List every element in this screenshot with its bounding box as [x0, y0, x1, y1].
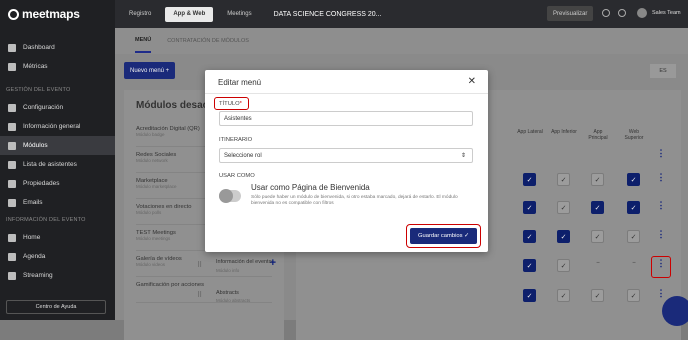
properties-icon — [8, 179, 16, 188]
mail-icon — [8, 198, 16, 207]
column-header: App Lateral — [517, 129, 543, 135]
avatar[interactable] — [637, 8, 647, 18]
titulo-label: TÍTULO* — [219, 101, 242, 107]
checkbox[interactable]: ✓ — [591, 201, 604, 214]
empty-cell: – — [632, 260, 636, 266]
brand-logo[interactable]: meetmaps — [0, 0, 115, 28]
chat-icon[interactable] — [662, 296, 688, 326]
drag-handle-icon[interactable]: ⠿ — [197, 291, 202, 299]
checkbox[interactable]: ✓ — [557, 201, 570, 214]
bell-icon[interactable] — [602, 9, 610, 17]
language-select[interactable]: ES — [650, 64, 676, 78]
column-header: Web Superior — [624, 129, 644, 141]
more-options-icon[interactable]: ⋮ — [656, 288, 666, 299]
chevron-down-icon: ⇕ — [460, 153, 466, 159]
help-center-button[interactable]: Centro de Ayuda — [6, 300, 106, 314]
checkbox[interactable]: ✓ — [627, 201, 640, 214]
sidebar-item-propiedades[interactable]: Propiedades — [0, 174, 115, 193]
sidebar-item-informacion-general[interactable]: Información general — [0, 117, 115, 136]
checkbox[interactable]: ✓ — [523, 201, 536, 214]
sidebar-item-dashboard[interactable]: Dashboard — [0, 38, 115, 57]
event-title[interactable]: DATA SCIENCE CONGRESS 20... — [274, 11, 382, 18]
close-icon[interactable]: ✕ — [468, 76, 476, 87]
subtabs: MENÚ CONTRATACIÓN DE MÓDULOS — [115, 28, 688, 54]
sidebar-item-modulos[interactable]: Módulos — [0, 136, 115, 155]
metrics-icon — [8, 62, 16, 71]
checkbox[interactable]: ✓ — [523, 173, 536, 186]
checkbox[interactable]: ✓ — [627, 230, 640, 243]
tab-app-web[interactable]: App & Web — [165, 6, 214, 22]
edit-menu-modal: Editar menú ✕ TÍTULO* Asistentes ITINERA… — [205, 70, 488, 252]
sidebar-item-emails[interactable]: Emails — [0, 193, 115, 212]
welcome-toggle[interactable] — [219, 189, 241, 203]
row-name: Abstracts — [216, 290, 239, 296]
preview-button[interactable]: Previsualizar — [547, 6, 594, 21]
checkbox[interactable]: ✓ — [557, 173, 570, 186]
row-sub: Módulo info — [216, 268, 240, 273]
column-header: App Principal — [588, 129, 608, 141]
row-sub: Módulo abstracts — [216, 298, 251, 303]
dashboard-icon — [8, 43, 16, 52]
sidebar-section-informacion: INFORMACIÓN DEL EVENTO — [6, 217, 86, 223]
checkbox[interactable]: ✓ — [627, 173, 640, 186]
users-icon — [8, 160, 16, 169]
sidebar-item-metricas[interactable]: Métricas — [0, 57, 115, 76]
usar-como-label: USAR COMO — [219, 173, 255, 179]
sidebar-item-streaming[interactable]: Streaming — [0, 266, 115, 285]
home-icon — [8, 233, 16, 242]
checkbox[interactable]: ✓ — [557, 289, 570, 302]
sidebar-item-configuracion[interactable]: Configuración — [0, 98, 115, 117]
gear-icon — [8, 103, 16, 112]
itinerario-select[interactable]: Seleccione rol ⇕ — [219, 148, 473, 163]
tab-registro[interactable]: Registro — [121, 7, 159, 22]
calendar-icon — [8, 252, 16, 261]
checkbox[interactable]: ✓ — [557, 259, 570, 272]
logo-mark-icon — [8, 8, 19, 20]
user-name[interactable]: Sales Team — [652, 10, 681, 16]
checkbox[interactable]: ✓ — [523, 259, 536, 272]
titulo-input[interactable]: Asistentes — [219, 111, 473, 126]
checkbox[interactable]: ✓ — [591, 173, 604, 186]
modal-title: Editar menú — [218, 78, 262, 87]
streaming-icon — [8, 271, 16, 280]
welcome-description: Sólo puede haber un módulo de bienvenida… — [251, 195, 458, 206]
sidebar-item-agenda[interactable]: Agenda — [0, 247, 115, 266]
modules-icon — [8, 141, 16, 150]
checkbox[interactable]: ✓ — [523, 230, 536, 243]
welcome-title: Usar como Página de Bienvenida — [251, 183, 370, 192]
more-options-icon[interactable]: ⋮ — [656, 200, 666, 211]
more-options-icon[interactable]: ⋮ — [656, 172, 666, 183]
toggle-knob — [219, 189, 233, 203]
sidebar-section-gestion: GESTIÓN DEL EVENTO — [6, 87, 71, 93]
sidebar-item-home[interactable]: Home — [0, 228, 115, 247]
brand-name: meetmaps — [22, 7, 80, 21]
save-button[interactable]: Guardar cambios ✓ — [410, 228, 477, 244]
topbar: Registro App & Web Meetings DATA SCIENCE… — [115, 0, 688, 28]
tab-meetings[interactable]: Meetings — [219, 7, 259, 22]
checkbox[interactable]: ✓ — [557, 230, 570, 243]
checkbox[interactable]: ✓ — [627, 289, 640, 302]
sidebar: meetmaps Dashboard Métricas GESTIÓN DEL … — [0, 0, 115, 320]
itinerario-label: ITINERARIO — [219, 137, 253, 143]
highlight-box — [651, 256, 671, 278]
column-header: App Inferior — [551, 129, 577, 135]
more-options-icon[interactable]: ⋮ — [656, 229, 666, 240]
checkbox[interactable]: ✓ — [591, 230, 604, 243]
new-menu-button[interactable]: Nuevo menú + — [124, 62, 176, 79]
checkbox[interactable]: ✓ — [523, 289, 536, 302]
list-item[interactable]: Gamificación por acciones — [136, 277, 272, 303]
info-icon — [8, 122, 16, 131]
empty-cell: – — [596, 260, 600, 266]
sidebar-item-lista-asistentes[interactable]: Lista de asistentes — [0, 155, 115, 174]
subtab-contratacion[interactable]: CONTRATACIÓN DE MÓDULOS — [167, 30, 249, 52]
divider — [205, 93, 488, 94]
more-options-icon[interactable]: ⋮ — [656, 148, 666, 159]
subtab-menu[interactable]: MENÚ — [135, 29, 152, 53]
row-name: Información del evento — [216, 259, 272, 265]
info-circle-icon[interactable] — [618, 9, 626, 17]
drag-handle-icon[interactable]: ⠿ — [197, 261, 202, 269]
checkbox[interactable]: ✓ — [591, 289, 604, 302]
